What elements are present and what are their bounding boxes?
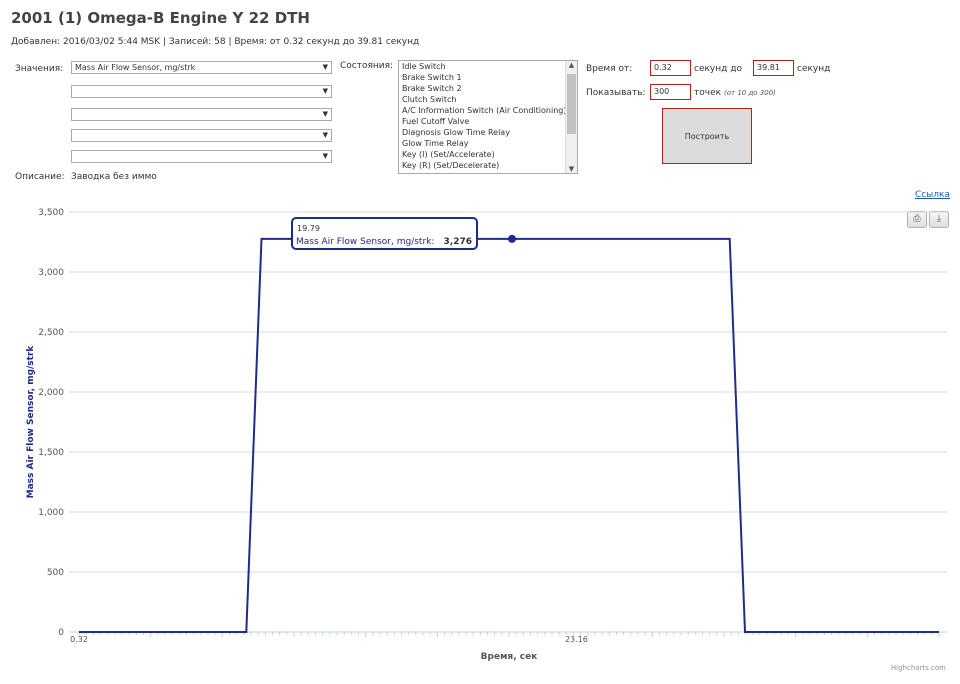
- y-tick-label: 2,000: [38, 388, 64, 398]
- y-tick-label: 2,500: [38, 328, 64, 338]
- series-line: [79, 237, 939, 633]
- y-tick-label: 500: [47, 568, 64, 578]
- tooltip-x: 19.79: [297, 224, 320, 233]
- y-tick-label: 1,000: [38, 508, 64, 518]
- highcharts-credit[interactable]: Highcharts.com: [891, 664, 946, 672]
- y-tick-label: 3,000: [38, 268, 64, 278]
- y-axis-title: Mass Air Flow Sensor, mg/strk: [26, 345, 36, 499]
- y-tick-label: 1,500: [38, 448, 64, 458]
- x-tick-label: 23.16: [565, 635, 588, 644]
- y-tick-label: 3,500: [38, 208, 64, 218]
- mass-air-flow-chart: 0 500 1,000 1,500 2,000 2,500 3,000 3,500 0.32 23…: [26, 208, 947, 662]
- hover-point: [508, 234, 517, 243]
- x-axis-title: Время, сек: [481, 652, 538, 662]
- tooltip-series: Mass Air Flow Sensor, mg/strk:: [296, 237, 434, 247]
- tooltip-value: 3,276: [444, 237, 472, 247]
- y-tick-label: 0: [58, 628, 64, 638]
- x-tick-label: 0.32: [70, 635, 88, 644]
